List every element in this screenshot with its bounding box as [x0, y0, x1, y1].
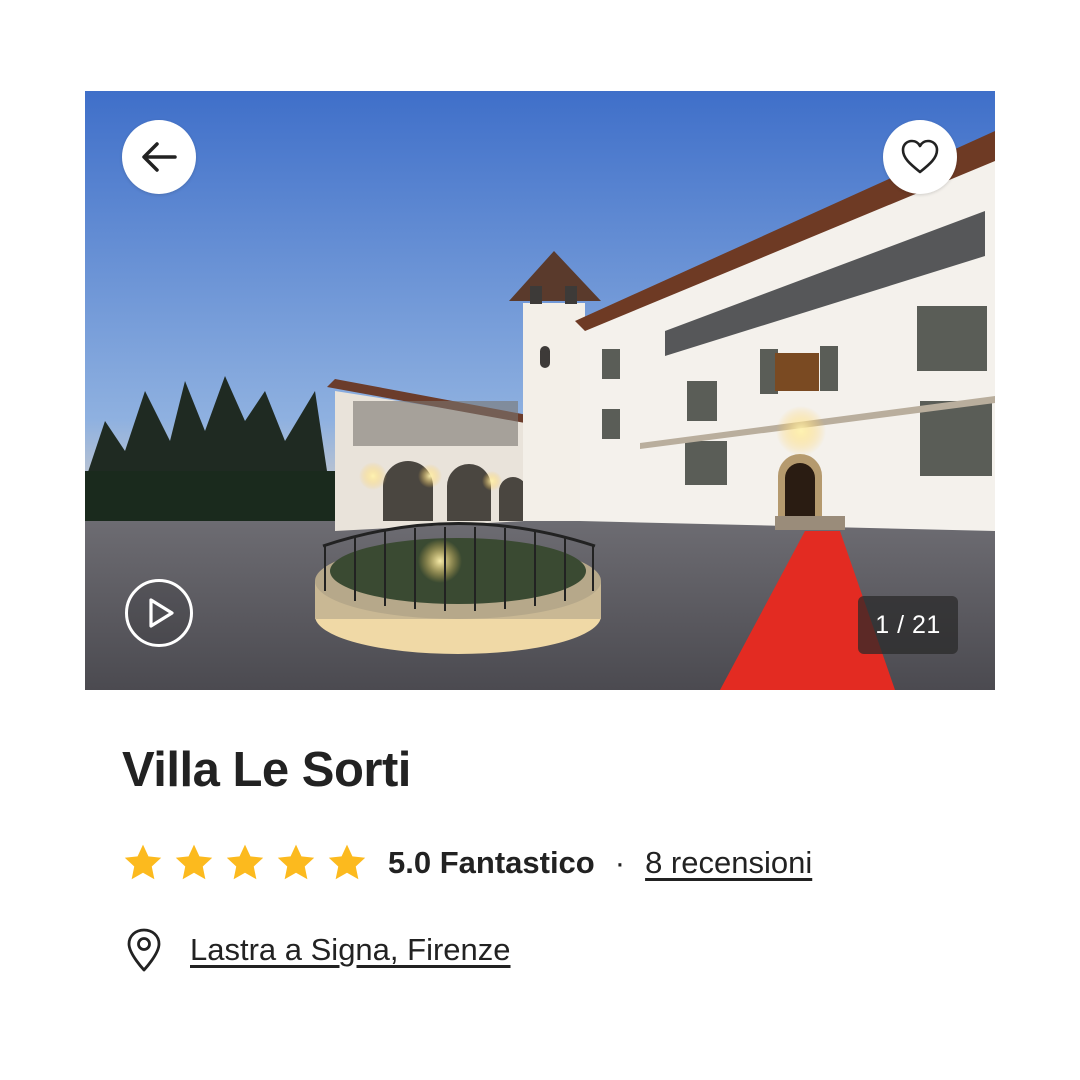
venue-title: Villa Le Sorti — [122, 743, 411, 797]
rating-row: 5.0 Fantastico · 8 recensioni — [122, 838, 812, 888]
arrow-left-icon — [142, 142, 177, 172]
map-pin-icon — [127, 928, 161, 972]
star-icon — [124, 844, 162, 880]
venue-photo[interactable]: 1 / 21 — [85, 91, 995, 690]
location-row: Lastra a Signa, Firenze — [124, 925, 511, 975]
reviews-link[interactable]: 8 recensioni — [645, 845, 812, 881]
play-icon — [149, 598, 174, 628]
star-icon — [277, 844, 315, 880]
play-video-button[interactable] — [125, 579, 193, 647]
back-button[interactable] — [122, 120, 196, 194]
star-icon — [226, 844, 264, 880]
location-link[interactable]: Lastra a Signa, Firenze — [190, 932, 511, 968]
rating-stars — [122, 842, 368, 884]
separator-dot: · — [614, 845, 626, 880]
photo-counter: 1 / 21 — [858, 596, 958, 654]
star-icon — [175, 844, 213, 880]
heart-icon — [901, 139, 939, 174]
star-icon — [328, 844, 366, 880]
rating-score: 5.0 Fantastico — [388, 845, 595, 880]
favorite-button[interactable] — [883, 120, 957, 194]
